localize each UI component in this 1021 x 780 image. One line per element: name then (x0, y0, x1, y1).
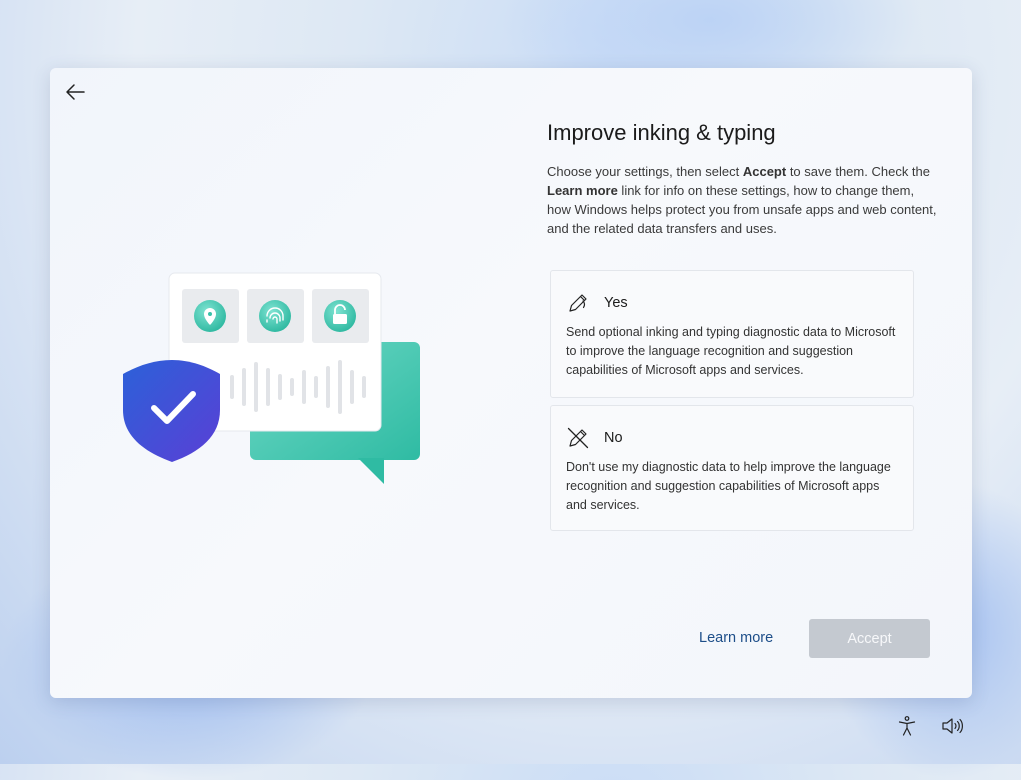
privacy-illustration (122, 272, 432, 492)
back-button[interactable] (62, 80, 88, 104)
volume-button[interactable] (940, 714, 964, 738)
option-yes-description: Send optional inking and typing diagnost… (566, 325, 896, 377)
accept-button[interactable]: Accept (809, 619, 930, 658)
option-no-label: No (604, 430, 623, 446)
back-arrow-icon (66, 84, 85, 100)
accessibility-icon (898, 716, 916, 736)
accessibility-button[interactable] (895, 714, 919, 738)
option-no-description: Don't use my diagnostic data to help imp… (566, 460, 891, 512)
option-yes-label: Yes (604, 295, 628, 311)
shield-check-icon (123, 360, 220, 462)
oobe-window: Improve inking & typing Choose your sett… (50, 68, 972, 698)
fingerprint-icon (247, 289, 304, 343)
page-title: Improve inking & typing (547, 120, 776, 145)
option-no[interactable]: No Don't use my diagnostic data to help … (550, 405, 914, 531)
pen-icon (569, 294, 587, 312)
learn-more-link[interactable]: Learn more (699, 630, 773, 646)
option-yes[interactable]: Yes Send optional inking and typing diag… (550, 270, 914, 398)
pen-off-icon (567, 427, 589, 449)
page-description: Choose your settings, then select Accept… (547, 164, 937, 236)
volume-icon (942, 718, 963, 734)
unlock-icon (312, 289, 369, 343)
location-icon (182, 289, 239, 343)
